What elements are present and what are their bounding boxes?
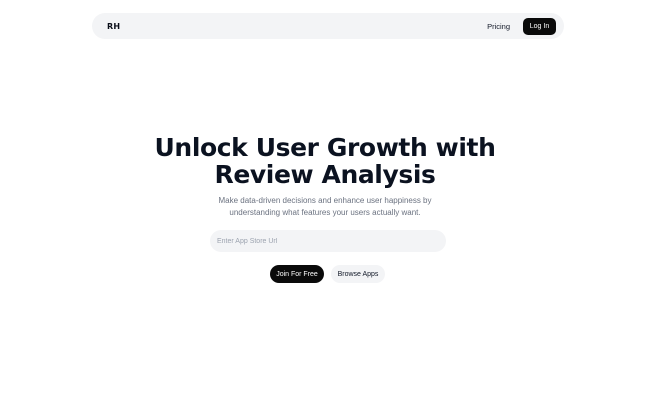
- app-store-url-input[interactable]: [210, 230, 446, 252]
- logo[interactable]: RH: [107, 22, 120, 31]
- hero-subtitle: Make data-driven decisions and enhance u…: [218, 196, 432, 217]
- landing-page: RH Pricing Log In Unlock User Growth wit…: [0, 0, 650, 414]
- top-navbar: RH Pricing Log In: [92, 13, 564, 39]
- join-for-free-button[interactable]: Join For Free: [270, 265, 324, 283]
- hero-title: Unlock User Growth with Review Analysis: [0, 134, 650, 188]
- nav-links: Pricing Log In: [487, 17, 556, 35]
- hero-title-line-1: Unlock User Growth with: [154, 133, 496, 162]
- hero-title-line-2: Review Analysis: [214, 160, 436, 189]
- browse-apps-button[interactable]: Browse Apps: [331, 265, 385, 283]
- login-button[interactable]: Log In: [523, 17, 556, 35]
- cta-buttons: Join For Free Browse Apps: [270, 265, 385, 283]
- nav-link-pricing[interactable]: Pricing: [487, 22, 510, 31]
- hero-section: Unlock User Growth with Review Analysis …: [0, 134, 650, 218]
